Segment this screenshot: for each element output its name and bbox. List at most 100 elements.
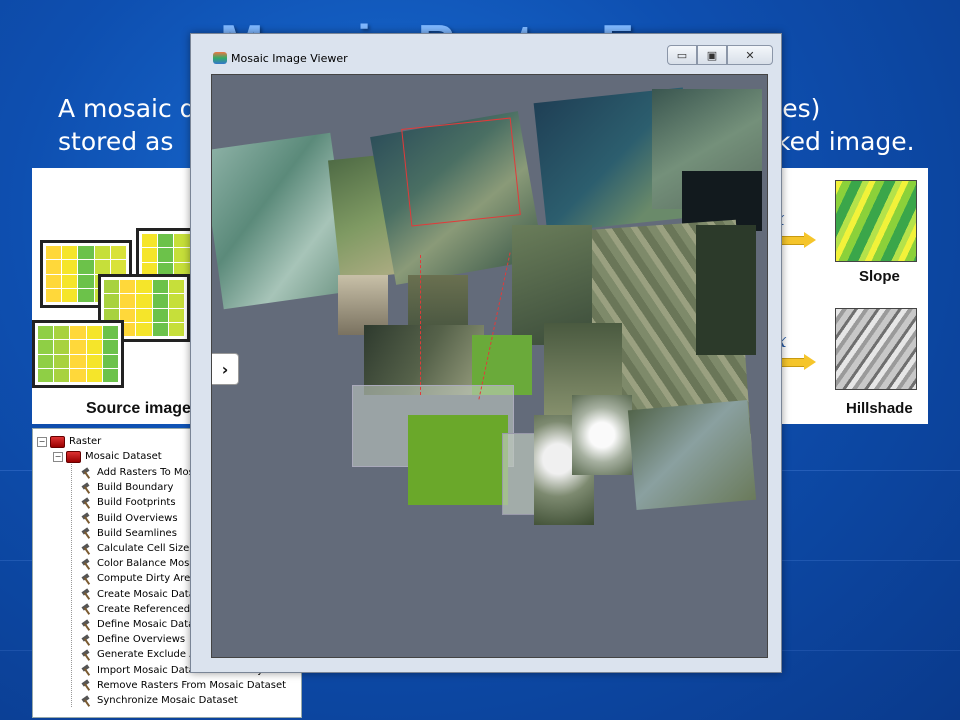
tile-cell <box>46 274 62 288</box>
tool-item-label: Build Footprints <box>97 497 176 509</box>
tool-item[interactable]: Build Seamlines <box>81 526 177 541</box>
hammer-icon <box>81 467 93 479</box>
tool-item-label: Create Mosaic Datas <box>97 588 201 600</box>
tile-cell <box>54 340 70 354</box>
tile-cell <box>38 326 54 340</box>
close-button[interactable]: ✕ <box>727 45 773 65</box>
tile-cell <box>168 280 184 294</box>
tile-cell <box>38 368 54 382</box>
tool-item[interactable]: Calculate Cell Size R <box>81 541 199 556</box>
app-icon <box>213 52 227 64</box>
tool-item[interactable]: Define Overviews <box>81 632 185 647</box>
tile-cell <box>152 322 168 336</box>
tile-cell <box>102 368 118 382</box>
tile-cell <box>54 354 70 368</box>
window-title: Mosaic Image Viewer <box>231 52 348 65</box>
tile-cell <box>86 354 102 368</box>
expand-panel-button[interactable]: › <box>212 353 239 385</box>
tree-guide-line <box>71 457 72 707</box>
tile-cell <box>78 260 94 274</box>
tile-cell <box>86 340 102 354</box>
minimize-button[interactable]: ▭ <box>667 45 697 65</box>
tool-item-label: Synchronize Mosaic Dataset <box>97 695 238 706</box>
source-images-figure: Source images <box>32 168 200 424</box>
slide-text-line2-right: ked image. <box>776 127 915 156</box>
tree-node-label: Mosaic Dataset <box>85 451 162 462</box>
selection-footprint-outline <box>401 117 521 227</box>
tile-cell <box>38 354 54 368</box>
tool-item[interactable]: Synchronize Mosaic Dataset <box>81 693 238 708</box>
tile-cell <box>136 280 152 294</box>
tool-item[interactable]: Color Balance Mosa <box>81 556 195 571</box>
tool-item[interactable]: Remove Rasters From Mosaic Dataset <box>81 678 286 693</box>
tile-cell <box>62 288 78 302</box>
arrow-right-icon <box>780 354 816 370</box>
satellite-image-tile <box>408 415 508 505</box>
tool-item-label: Remove Rasters From Mosaic Dataset <box>97 679 287 691</box>
tile-cell <box>94 246 110 260</box>
hillshade-label: Hillshade <box>846 400 913 417</box>
tile-cell <box>168 308 184 322</box>
derived-products-figure: fx Slope fx Hillshade <box>780 168 928 424</box>
tile-cell <box>142 234 158 248</box>
restore-button[interactable]: ▣ <box>697 45 727 65</box>
hammer-icon <box>81 497 93 509</box>
tool-item[interactable]: Create Referenced M <box>81 602 202 617</box>
tool-item[interactable]: Build Overviews <box>81 511 178 526</box>
tool-item[interactable]: Create Mosaic Datas <box>81 587 200 602</box>
tile-cell <box>174 234 190 248</box>
tile-cells <box>38 326 118 382</box>
tool-item[interactable]: Generate Exclude Ar <box>81 647 200 662</box>
tool-item[interactable]: Compute Dirty Area <box>81 571 196 586</box>
toolbox-icon <box>50 435 65 448</box>
hammer-icon <box>81 664 93 676</box>
tile-cell <box>70 354 86 368</box>
hammer-icon <box>81 695 93 707</box>
tool-item-label: Build Boundary <box>97 482 174 494</box>
tool-item-label: Compute Dirty Area <box>97 573 197 585</box>
mosaic-image-viewer-window[interactable]: Mosaic Image Viewer ▭ ▣ ✕ › <box>190 33 782 673</box>
slope-thumbnail <box>835 180 917 262</box>
tile-cell <box>38 340 54 354</box>
mosaic-canvas[interactable]: › <box>211 74 768 658</box>
tool-item-label: Define Mosaic Datas <box>97 619 200 630</box>
hammer-icon <box>81 619 93 631</box>
tree-node-raster[interactable]: − Raster <box>37 434 101 449</box>
tile-cell <box>46 260 62 274</box>
tile-cell <box>62 246 78 260</box>
tile-cell <box>70 326 86 340</box>
tile-cell <box>62 274 78 288</box>
collapse-icon[interactable]: − <box>37 436 47 447</box>
tool-item[interactable]: Build Boundary <box>81 480 173 495</box>
tile-cell <box>102 354 118 368</box>
tool-item[interactable]: Build Footprints <box>81 495 176 510</box>
toolset-icon <box>66 450 81 463</box>
tile-cell <box>168 294 184 308</box>
source-images-label: Source images <box>86 400 200 417</box>
tile-cell <box>136 322 152 336</box>
collapse-icon[interactable]: − <box>53 451 63 462</box>
hammer-icon <box>81 543 93 555</box>
tool-item-label: Build Seamlines <box>97 527 177 539</box>
tool-item-label: Define Overviews <box>97 634 186 646</box>
hammer-icon <box>81 649 93 661</box>
tile-cell <box>94 260 110 274</box>
tree-node-mosaic-dataset[interactable]: − Mosaic Dataset <box>53 449 162 464</box>
tool-item-label: Create Referenced M <box>97 603 202 615</box>
tile-cell <box>86 326 102 340</box>
hillshade-thumbnail <box>835 308 917 390</box>
tile-cell <box>158 234 174 248</box>
tool-item-label: Add Rasters To Mos <box>97 467 194 478</box>
tile-cell <box>78 288 94 302</box>
slope-label: Slope <box>859 268 900 285</box>
tool-item[interactable]: Define Mosaic Datas <box>81 617 199 632</box>
tile-cell <box>142 248 158 262</box>
tool-item-label: Build Overviews <box>97 512 178 524</box>
tile-cell <box>46 246 62 260</box>
tool-item[interactable]: Add Rasters To Mos <box>81 465 194 480</box>
satellite-image-tile <box>696 225 756 355</box>
tile-cell <box>78 246 94 260</box>
slide-text-line1-left: A mosaic d <box>58 94 196 123</box>
satellite-image-tile <box>627 399 757 511</box>
window-controls: ▭ ▣ ✕ <box>667 45 773 65</box>
